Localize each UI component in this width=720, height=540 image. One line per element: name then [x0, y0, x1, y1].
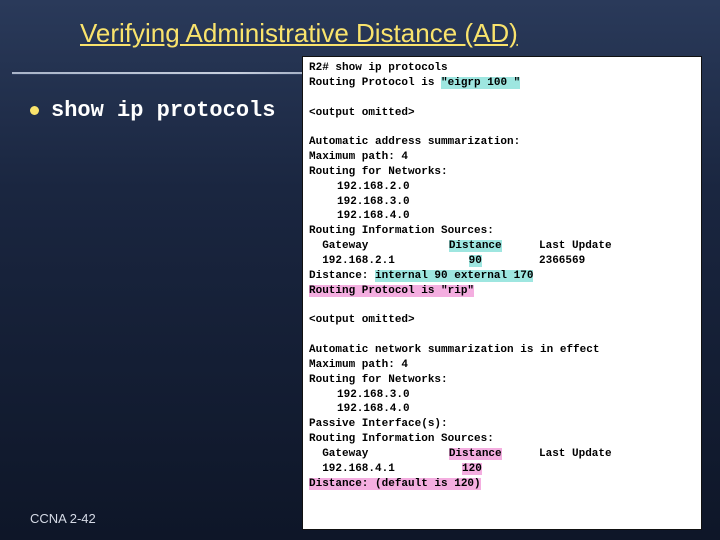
net-a3: 192.168.4.0: [309, 209, 695, 224]
omitted-2: <output omitted>: [309, 313, 695, 328]
routing-for-1: Routing for Networks:: [309, 165, 695, 180]
proto-eigrp-pre: Routing Protocol is: [309, 77, 441, 89]
hdr-distance: Distance: [429, 239, 539, 254]
net-a1: 192.168.2.0: [309, 180, 695, 195]
table-header-2: Gateway Distance Last Update: [309, 447, 695, 462]
max-path-1: Maximum path: 4: [309, 150, 695, 165]
proto-rip-pre: Routing Protocol is: [309, 285, 441, 297]
slide-title: Verifying Administrative Distance (AD): [80, 18, 680, 49]
distance-default: Distance: (default is 120): [309, 477, 695, 492]
net-a2: 192.168.3.0: [309, 195, 695, 210]
ris-1: Routing Information Sources:: [309, 224, 695, 239]
cmd-prompt: R2# show ip protocols: [309, 61, 695, 76]
row-b-dist: 120: [429, 462, 539, 477]
net-b2: 192.168.4.0: [309, 402, 695, 417]
blank: [309, 328, 695, 343]
slide: Verifying Administrative Distance (AD) s…: [0, 0, 720, 540]
proto-rip-hl: "rip": [441, 285, 474, 297]
max-path-2: Maximum path: 4: [309, 358, 695, 373]
proto-eigrp-hl: "eigrp 100 ": [441, 77, 520, 89]
net-b1: 192.168.3.0: [309, 388, 695, 403]
bullet-text: show ip protocols: [51, 98, 275, 123]
terminal-output: R2# show ip protocols Routing Protocol i…: [302, 56, 702, 530]
dist-default-hl: Distance: (default is 120): [309, 478, 481, 490]
table-header-1: Gateway Distance Last Update: [309, 239, 695, 254]
hdr-distance-2: Distance: [429, 447, 539, 462]
row-a-gw: 192.168.2.1: [309, 254, 429, 269]
hdr-gateway-2: Gateway: [309, 447, 429, 462]
blank: [309, 91, 695, 106]
row-b-gw: 192.168.4.1: [309, 462, 429, 477]
footer-label: CCNA 2-42: [30, 511, 96, 526]
auto-net: Automatic network summarization is in ef…: [309, 343, 695, 358]
bullet-item: show ip protocols: [30, 98, 275, 123]
proto-eigrp-line: Routing Protocol is "eigrp 100 ": [309, 76, 695, 91]
table-row-a: 192.168.2.1 90 2366569: [309, 254, 695, 269]
blank: [309, 299, 695, 314]
routing-for-2: Routing for Networks:: [309, 373, 695, 388]
hdr-gateway: Gateway: [309, 239, 429, 254]
row-a-dist: 90: [429, 254, 539, 269]
row-a-last: 2366569: [539, 254, 639, 269]
blank: [309, 120, 695, 135]
table-row-b: 192.168.4.1 120: [309, 462, 695, 477]
bullet-dot-icon: [30, 106, 39, 115]
row-b-last: [539, 462, 639, 477]
proto-rip-line: Routing Protocol is "rip": [309, 284, 695, 299]
auto-addr: Automatic address summarization:: [309, 135, 695, 150]
dist-pre: Distance:: [309, 270, 375, 282]
hdr-lastupdate: Last Update: [539, 239, 639, 254]
distance-line: Distance: internal 90 external 170: [309, 269, 695, 284]
omitted-1: <output omitted>: [309, 106, 695, 121]
dist-hl: internal 90 external 170: [375, 270, 533, 282]
ris-2: Routing Information Sources:: [309, 432, 695, 447]
hdr-lastupdate-2: Last Update: [539, 447, 639, 462]
passive-if: Passive Interface(s):: [309, 417, 695, 432]
